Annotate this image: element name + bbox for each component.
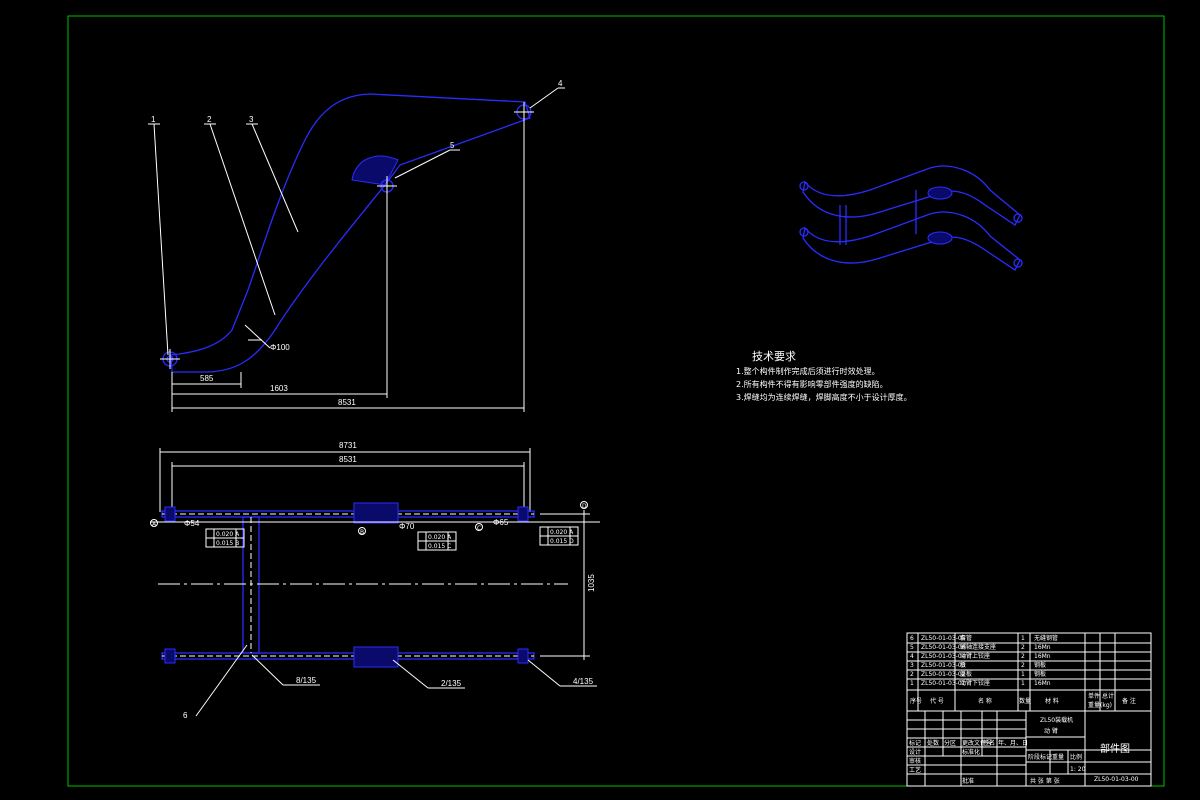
hdr-no: 序号	[910, 697, 922, 705]
scale-value: 1: 20	[1070, 766, 1086, 773]
dim-phi70: Φ70	[399, 522, 415, 531]
weld-2-135: 2/135	[441, 679, 462, 688]
tech-req-item-2: 2.所有构件不得有影响零部件强度的缺陷。	[736, 380, 888, 389]
callout-3: 3	[249, 115, 254, 124]
tb-label-stage: 阶段标记	[1028, 753, 1052, 761]
callout-4: 4	[558, 79, 563, 88]
tol-right-1: 0.020 A	[550, 529, 574, 536]
tech-req-item-3: 3.焊缝均为连续焊缝，焊脚高度不小于设计厚度。	[736, 393, 912, 402]
tb-label-zone: 分区	[944, 739, 956, 747]
hdr-remark: 备 注	[1122, 697, 1136, 705]
tb-label-process: 工艺	[909, 766, 921, 774]
parts-cell-code: ZL50-01-03-04	[921, 653, 966, 660]
parts-cell-no: 2	[910, 671, 914, 678]
datum-c: C	[477, 525, 481, 532]
parts-cell-code: ZL50-01-03-06	[921, 644, 966, 651]
tb-label-count: 处数	[927, 739, 939, 747]
parts-cell-mat: 无缝钢管	[1034, 634, 1058, 642]
dim-8531: 8531	[338, 398, 356, 407]
parts-cell-mat: 16Mn	[1034, 680, 1051, 687]
boom-joint-plate	[351, 155, 399, 186]
parts-cell-mat: 16Mn	[1034, 644, 1051, 651]
tol-right-2: 0.015 D	[550, 538, 574, 545]
dim-phi100: Φ100	[270, 343, 290, 352]
parts-cell-qty: 1	[1021, 671, 1025, 678]
doc-type: 部件图	[1100, 742, 1130, 755]
dim-585: 585	[200, 374, 214, 383]
tech-req-item-1: 1.整个构件制作完成后须进行时效处理。	[736, 367, 880, 376]
hdr-mat: 材 料	[1045, 697, 1059, 705]
tb-label-scale: 比例	[1070, 753, 1082, 761]
parts-cell-name: 动臂上铰座	[960, 652, 990, 660]
hdr-qty: 数量	[1019, 697, 1031, 705]
dim-phi65: Φ65	[493, 518, 509, 527]
tech-req-title: 技术要求	[752, 350, 796, 363]
parts-cell-no: 3	[910, 662, 914, 669]
dim-8731: 8731	[339, 441, 357, 450]
tb-label-weight-kg: 重量(kg)	[1088, 701, 1112, 709]
datum-b: B	[360, 529, 364, 536]
hdr-total: 总计	[1102, 692, 1114, 700]
drawing-sheet: 1 2 3 4 5 585 1603 8531 Φ100 8731 8531 1…	[67, 15, 1165, 787]
tol-left-1: 0.020 A	[216, 531, 240, 538]
front-view	[148, 87, 565, 412]
top-view-text: 8731 8531 1035 Φ54 Φ70 Φ65 0.020 A 0.015…	[152, 441, 596, 720]
tb-label-weight: 重量	[1052, 753, 1064, 761]
dim-phi54: Φ54	[184, 519, 200, 528]
drawing-no: ZL50-01-03-00	[1094, 776, 1139, 783]
sheet-count: 共 张 第 张	[1030, 777, 1060, 785]
tb-label-design: 设计	[909, 748, 921, 756]
parts-cell-qty: 2	[1021, 662, 1025, 669]
tb-label-mark: 标记	[909, 739, 921, 747]
tol-mid-1: 0.020 A	[428, 534, 452, 541]
parts-cell-name: 动臂下铰座	[960, 679, 990, 687]
datum-d: D	[582, 503, 587, 510]
callout-2: 2	[207, 115, 212, 124]
tol-left-2: 0.015 B	[216, 540, 239, 547]
dim-1603: 1603	[270, 384, 288, 393]
parts-cell-qty: 1	[1021, 680, 1025, 687]
weld-8-135: 8/135	[296, 676, 317, 685]
tb-label-sign: 签名	[983, 739, 995, 747]
parts-cell-code: ZL50-01-03-01	[921, 680, 966, 687]
weld-4-135: 4/135	[573, 677, 594, 686]
top-view	[150, 448, 600, 717]
hdr-name: 名 称	[978, 697, 992, 705]
parts-cell-no: 4	[910, 653, 914, 660]
tol-mid-2: 0.015 C	[428, 543, 451, 550]
callout-6: 6	[183, 711, 188, 720]
dim-8531-top: 8531	[339, 455, 357, 464]
dim-1035: 1035	[587, 574, 596, 592]
parts-cell-name: 套管	[960, 634, 972, 642]
parts-cell-name: 销轴连接支座	[960, 643, 996, 651]
boom-outline-upper	[170, 93, 531, 373]
parts-cell-qty: 1	[1021, 635, 1025, 642]
callout-5: 5	[450, 141, 455, 150]
product-name: ZL50装载机	[1040, 716, 1073, 724]
parts-cell-qty: 2	[1021, 644, 1025, 651]
parts-cell-name: 板	[960, 661, 966, 669]
parts-cell-mat: 钢板	[1034, 670, 1046, 678]
parts-cell-qty: 2	[1021, 653, 1025, 660]
parts-cell-no: 6	[910, 635, 914, 642]
parts-cell-code: ZL50-01-03-02	[921, 671, 966, 678]
tb-label-approve: 批准	[962, 777, 974, 785]
parts-cell-mat: 钢板	[1034, 661, 1046, 669]
isometric-view	[799, 165, 1023, 271]
parts-cell-no: 1	[910, 680, 914, 687]
parts-cell-mat: 16Mn	[1034, 653, 1051, 660]
hdr-unit: 单件	[1088, 692, 1100, 700]
tb-label-date: 年、月、日	[998, 739, 1028, 747]
tb-label-review: 审核	[909, 757, 921, 765]
parts-cell-no: 5	[910, 644, 914, 651]
parts-cell-code: ZL50-01-03-03	[921, 662, 966, 669]
hdr-code: 代 号	[930, 697, 944, 705]
callout-1: 1	[151, 115, 156, 124]
part-name: 动 臂	[1044, 727, 1058, 735]
parts-cell-code: ZL50-01-03-05	[921, 635, 966, 642]
parts-cell-name: 盖板	[960, 670, 972, 678]
tb-label-std: 标准化	[962, 748, 980, 756]
